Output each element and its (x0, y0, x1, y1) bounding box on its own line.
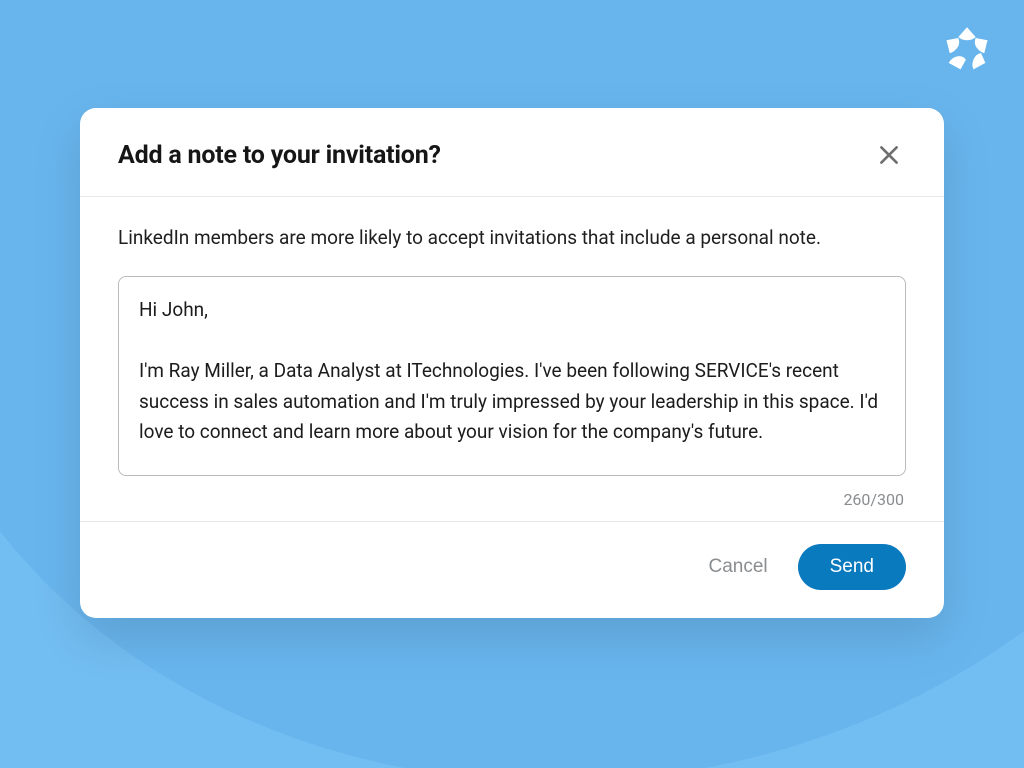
send-button[interactable]: Send (798, 544, 906, 590)
close-icon (876, 142, 902, 168)
modal-header: Add a note to your invitation? (80, 108, 944, 197)
app-logo-icon (940, 24, 994, 78)
close-button[interactable] (872, 138, 906, 172)
note-textarea[interactable] (118, 276, 906, 476)
modal-footer: Cancel Send (80, 521, 944, 618)
modal-body: LinkedIn members are more likely to acce… (80, 197, 944, 521)
char-counter: 260/300 (118, 490, 906, 509)
hint-text: LinkedIn members are more likely to acce… (118, 223, 906, 252)
cancel-button[interactable]: Cancel (702, 546, 773, 588)
modal-title: Add a note to your invitation? (118, 141, 441, 170)
add-note-modal: Add a note to your invitation? LinkedIn … (80, 108, 944, 618)
